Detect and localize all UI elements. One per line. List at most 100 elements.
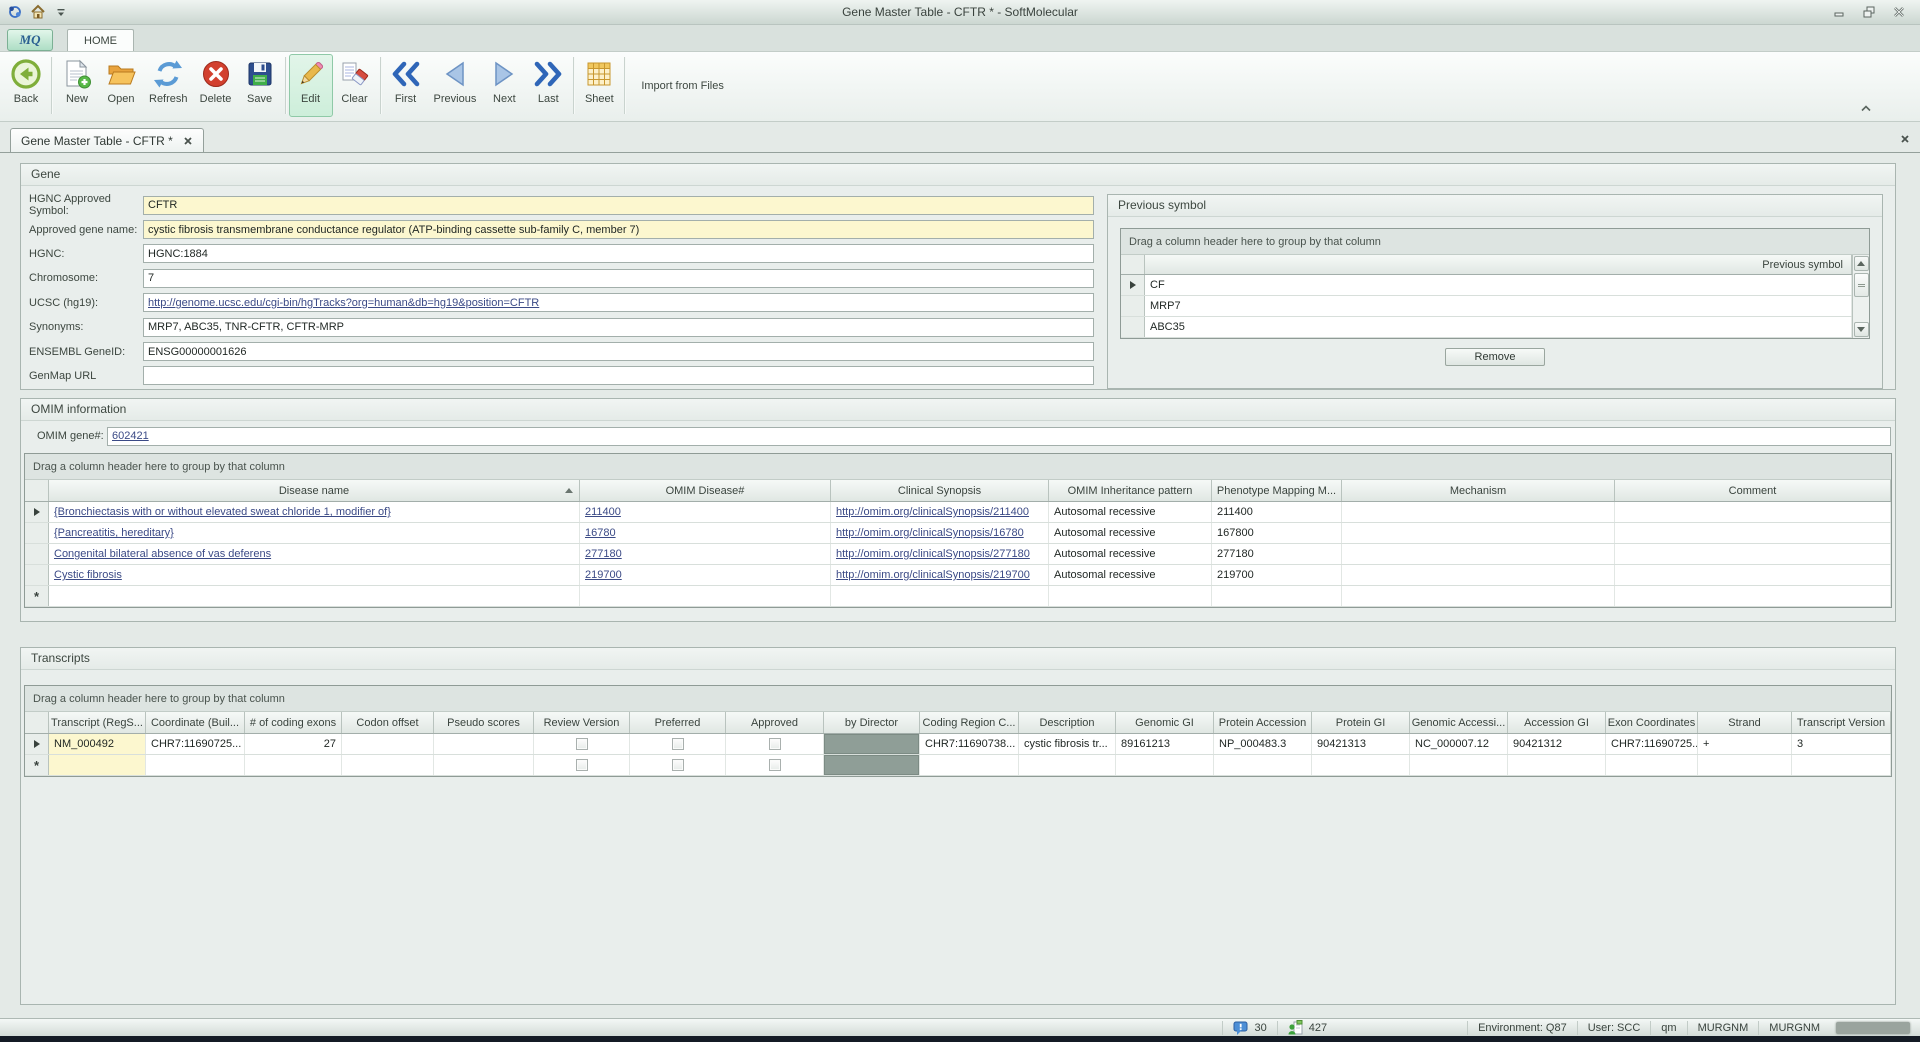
cell-of-coding-exons[interactable] (245, 755, 342, 775)
new-button[interactable]: New (55, 54, 99, 117)
ensembl-geneid-field[interactable]: ENSG00000001626 (143, 342, 1094, 361)
previous-button[interactable]: Previous (428, 54, 483, 117)
cell-omim-inheritance-pattern[interactable]: Autosomal recessive (1049, 565, 1212, 585)
cell-coding-region-c[interactable]: CHR7:11690738... (920, 734, 1019, 754)
cell-pseudo-scores[interactable] (434, 734, 534, 754)
home-icon[interactable] (30, 4, 46, 20)
save-button[interactable]: Save (238, 54, 282, 117)
checkbox[interactable] (672, 759, 684, 771)
cell-exon-coordinates[interactable] (1606, 755, 1698, 775)
cell-omim-disease[interactable]: 277180 (580, 544, 831, 564)
column-header-coordinate-buil[interactable]: Coordinate (Buil... (146, 712, 245, 733)
cell-link[interactable]: {Pancreatitis, hereditary} (54, 527, 174, 539)
open-button[interactable]: Open (99, 54, 143, 117)
cell-link[interactable]: 16780 (585, 527, 616, 539)
close-button[interactable] (1892, 5, 1906, 19)
cell-coordinate-buil[interactable] (146, 755, 245, 775)
first-button[interactable]: First (384, 54, 428, 117)
cell-preferred[interactable] (630, 755, 726, 775)
cell-protein-gi[interactable]: 90421313 (1312, 734, 1410, 754)
column-header-of-coding-exons[interactable]: # of coding exons (245, 712, 342, 733)
column-header-protein-accession[interactable]: Protein Accession (1214, 712, 1312, 733)
cell-omim-disease[interactable]: 16780 (580, 523, 831, 543)
column-header-omim-disease[interactable]: OMIM Disease# (580, 480, 831, 501)
cell-phenotype-mapping-m[interactable]: 219700 (1212, 565, 1342, 585)
import-from-files-button[interactable]: Import from Files (628, 54, 737, 117)
edit-button[interactable]: Edit (289, 54, 333, 117)
cell-review-version[interactable] (534, 734, 630, 754)
omim-gene-number-link[interactable]: 602421 (112, 430, 149, 442)
column-header-strand[interactable]: Strand (1698, 712, 1792, 733)
cell-clinical-synopsis[interactable]: http://omim.org/clinicalSynopsis/219700 (831, 565, 1049, 585)
cell-disease-name[interactable]: Congenital bilateral absence of vas defe… (49, 544, 580, 564)
cell-exon-coordinates[interactable]: CHR7:11690725... (1606, 734, 1698, 754)
cell-comment[interactable] (1615, 523, 1891, 543)
cell-clinical-synopsis[interactable]: http://omim.org/clinicalSynopsis/277180 (831, 544, 1049, 564)
cell-protein-accession[interactable]: NP_000483.3 (1214, 734, 1312, 754)
cell-genomic-gi[interactable]: 89161213 (1116, 734, 1214, 754)
cell-strand[interactable]: + (1698, 734, 1792, 754)
checkbox[interactable] (576, 759, 588, 771)
cell-omim-disease[interactable] (580, 586, 831, 606)
cell-transcript-version[interactable]: 3 (1792, 734, 1891, 754)
group-by-panel[interactable]: Drag a column header here to group by th… (25, 686, 1891, 712)
column-header-transcript-version[interactable]: Transcript Version (1792, 712, 1891, 733)
approved-gene-name-field[interactable]: cystic fibrosis transmembrane conductanc… (143, 220, 1094, 239)
table-row[interactable]: * (25, 755, 1891, 776)
cell-omim-inheritance-pattern[interactable] (1049, 586, 1212, 606)
cell-link[interactable]: 277180 (585, 548, 622, 560)
document-tab-gene-master-table[interactable]: Gene Master Table - CFTR * (10, 128, 204, 152)
cell-phenotype-mapping-m[interactable] (1212, 586, 1342, 606)
cell-disease-name[interactable] (49, 586, 580, 606)
hgnc-field[interactable]: HGNC:1884 (143, 244, 1094, 263)
column-header-codon-offset[interactable]: Codon offset (342, 712, 434, 733)
cell-omim-inheritance-pattern[interactable]: Autosomal recessive (1049, 523, 1212, 543)
column-header-coding-region-c[interactable]: Coding Region C... (920, 712, 1019, 733)
cell-comment[interactable] (1615, 565, 1891, 585)
column-header-description[interactable]: Description (1019, 712, 1116, 733)
cell-clinical-synopsis[interactable]: http://omim.org/clinicalSynopsis/16780 (831, 523, 1049, 543)
cell-of-coding-exons[interactable]: 27 (245, 734, 342, 754)
cell-protein-accession[interactable] (1214, 755, 1312, 775)
cell-comment[interactable] (1615, 502, 1891, 522)
column-header-previous-symbol[interactable]: Previous symbol (1145, 255, 1852, 274)
genmap-url-field[interactable] (143, 366, 1094, 385)
cell-disease-name[interactable]: {Pancreatitis, hereditary} (49, 523, 580, 543)
cell-approved[interactable] (726, 734, 824, 754)
cell-link[interactable]: http://omim.org/clinicalSynopsis/16780 (836, 527, 1024, 539)
checkbox[interactable] (672, 738, 684, 750)
cell-omim-inheritance-pattern[interactable]: Autosomal recessive (1049, 502, 1212, 522)
cell-phenotype-mapping-m[interactable]: 167800 (1212, 523, 1342, 543)
quick-access-dropdown-icon[interactable] (53, 4, 69, 20)
scroll-up-button[interactable] (1854, 256, 1869, 271)
remove-button[interactable]: Remove (1445, 348, 1545, 366)
column-header-by-director[interactable]: by Director (824, 712, 920, 733)
collapse-ribbon-icon[interactable] (1858, 101, 1874, 115)
cell-mechanism[interactable] (1342, 523, 1615, 543)
column-header-exon-coordinates[interactable]: Exon Coordinates (1606, 712, 1698, 733)
cell-previous-symbol[interactable]: ABC35 (1145, 317, 1852, 337)
vertical-scrollbar[interactable] (1852, 255, 1869, 338)
cell-link[interactable]: http://omim.org/clinicalSynopsis/277180 (836, 548, 1030, 560)
ucsc-hg19-field[interactable]: http://genome.ucsc.edu/cgi-bin/hgTracks?… (143, 293, 1094, 312)
column-header-clinical-synopsis[interactable]: Clinical Synopsis (831, 480, 1049, 501)
cell-preferred[interactable] (630, 734, 726, 754)
table-row[interactable]: MRP7 (1121, 296, 1852, 317)
cell-clinical-synopsis[interactable]: http://omim.org/clinicalSynopsis/211400 (831, 502, 1049, 522)
hgnc-approved-symbol-field[interactable]: CFTR (143, 196, 1094, 215)
table-row[interactable]: {Bronchiectasis with or without elevated… (25, 502, 1891, 523)
cell-mechanism[interactable] (1342, 502, 1615, 522)
cell-link[interactable]: Cystic fibrosis (54, 569, 122, 581)
cell-genomic-gi[interactable] (1116, 755, 1214, 775)
column-header-transcript-regs[interactable]: Transcript (RegS... (49, 712, 146, 733)
cell-review-version[interactable] (534, 755, 630, 775)
cell-by-director[interactable] (824, 734, 920, 754)
cell-link[interactable]: Congenital bilateral absence of vas defe… (54, 548, 271, 560)
cell-codon-offset[interactable] (342, 755, 434, 775)
cell-description[interactable] (1019, 755, 1116, 775)
ucsc-hg19-link[interactable]: http://genome.ucsc.edu/cgi-bin/hgTracks?… (148, 297, 539, 309)
cell-transcript-regs[interactable] (49, 755, 146, 775)
app-menu-button[interactable]: MQ (7, 29, 53, 51)
column-header-protein-gi[interactable]: Protein GI (1312, 712, 1410, 733)
cell-phenotype-mapping-m[interactable]: 211400 (1212, 502, 1342, 522)
